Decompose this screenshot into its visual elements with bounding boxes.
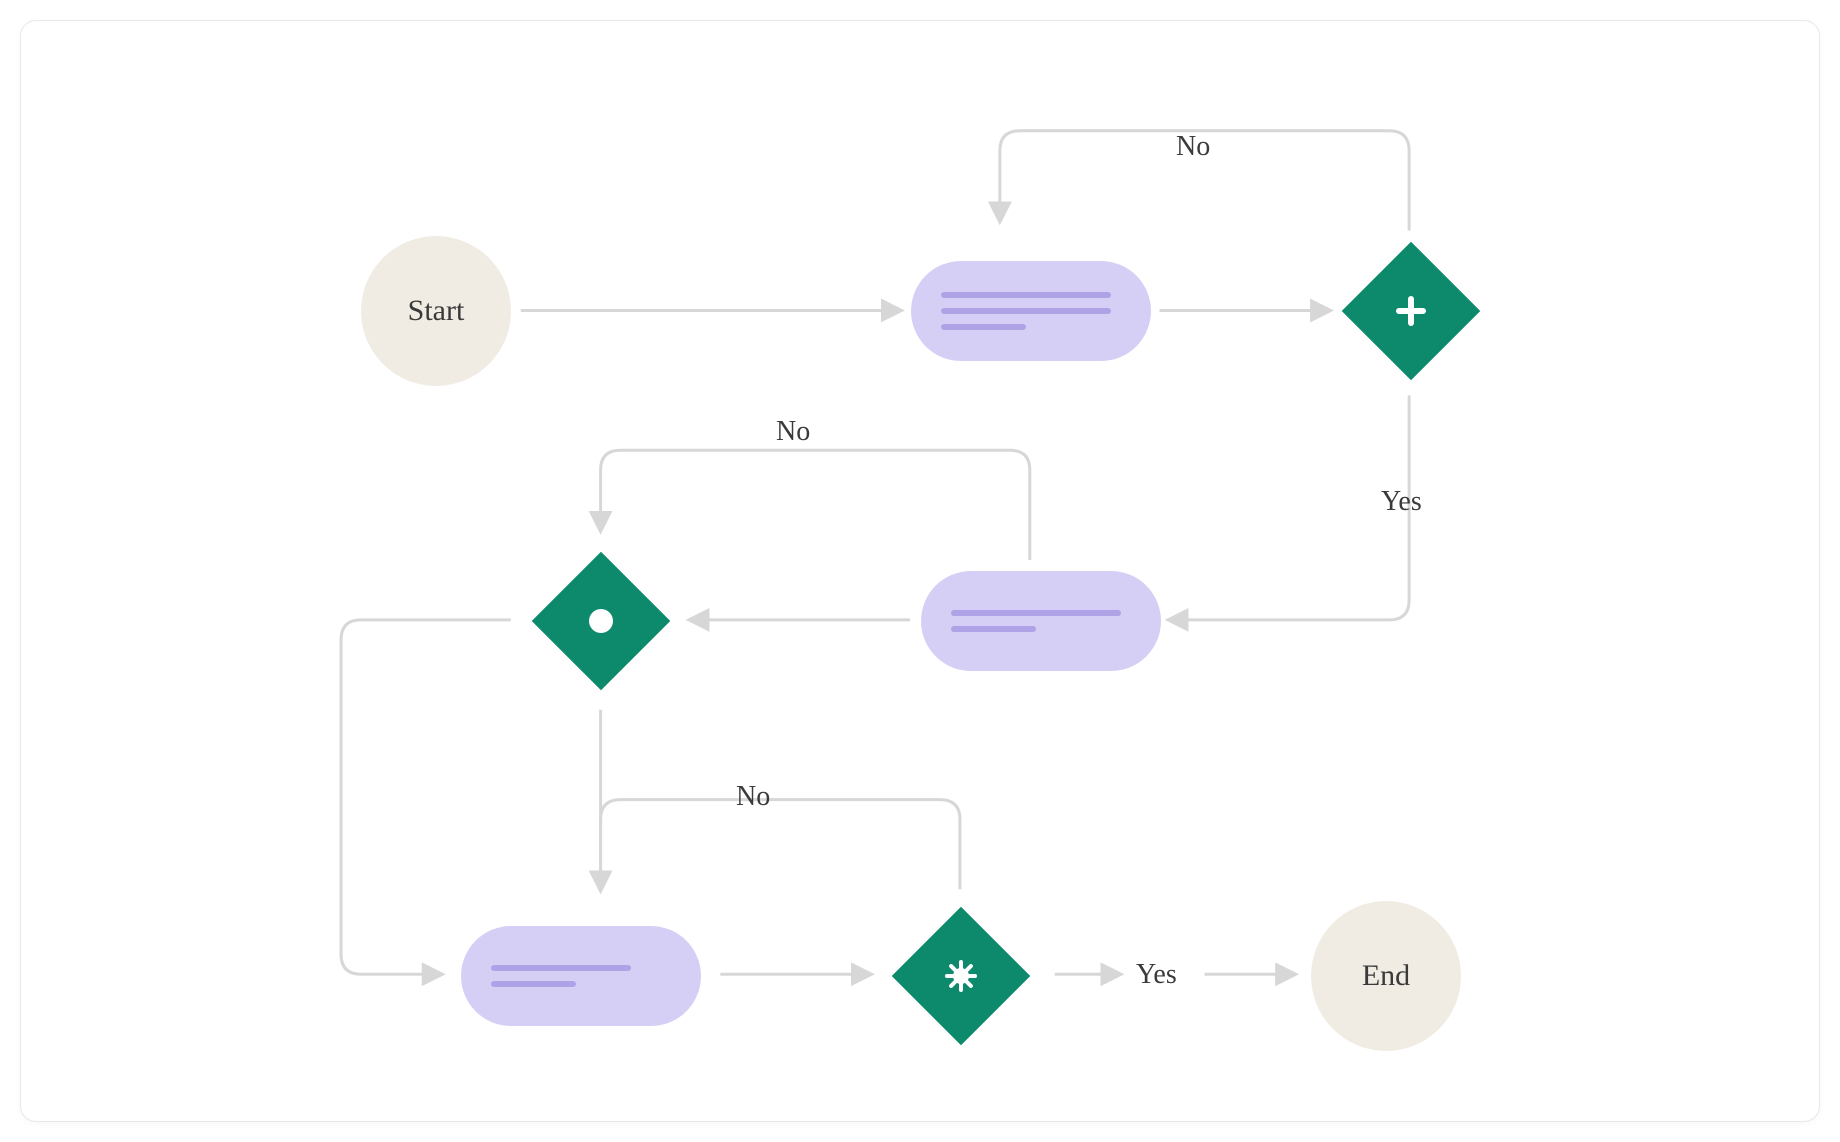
edge-label-d1-yes: Yes: [1381, 486, 1422, 518]
decision-node-1: [1341, 241, 1481, 381]
burst-icon: [943, 958, 979, 994]
edge-label-d3-no: No: [736, 781, 770, 813]
edge-label-d1-no: No: [1176, 131, 1210, 163]
edge-label-d3-yes: Yes: [1136, 959, 1177, 991]
circle-icon: [586, 606, 616, 636]
placeholder-line: [941, 308, 1111, 314]
decision-node-3: [891, 906, 1031, 1046]
process-node-2: [921, 571, 1161, 671]
edge-decision2-no: [601, 450, 1030, 560]
end-node: End: [1311, 901, 1461, 1051]
start-node: Start: [361, 236, 511, 386]
placeholder-line: [491, 965, 631, 971]
edge-loop-left: [341, 620, 511, 974]
placeholder-line: [951, 610, 1121, 616]
end-label: End: [1362, 959, 1410, 993]
edge-decision3-no: [601, 800, 960, 890]
edge-label-d2-no: No: [776, 416, 810, 448]
placeholder-line: [951, 626, 1036, 632]
edge-decision1-yes: [1170, 395, 1410, 620]
decision-node-2: [531, 551, 671, 691]
start-label: Start: [408, 294, 465, 328]
flowchart-canvas: Start: [20, 20, 1820, 1122]
process-node-1: [911, 261, 1151, 361]
placeholder-line: [941, 292, 1111, 298]
process-node-3: [461, 926, 701, 1026]
placeholder-line: [491, 981, 576, 987]
placeholder-line: [941, 324, 1026, 330]
plus-icon: [1394, 294, 1428, 328]
